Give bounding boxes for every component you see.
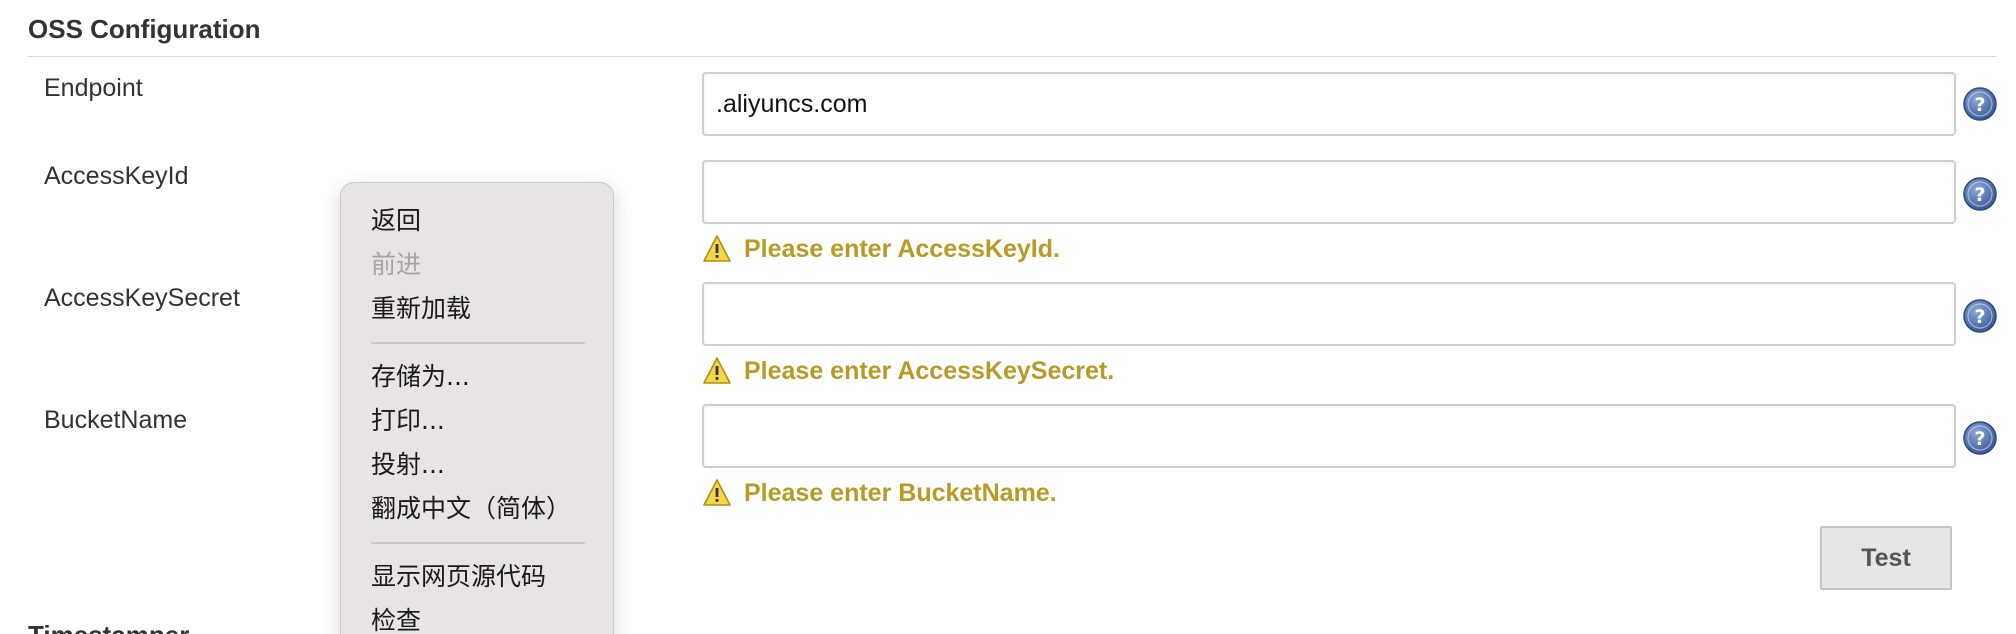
bucket-name-input[interactable]	[702, 404, 1956, 468]
endpoint-label: Endpoint	[44, 74, 143, 102]
menu-separator	[371, 542, 585, 544]
access-key-id-warning: Please enter AccessKeyId.	[702, 232, 1060, 266]
access-key-secret-input[interactable]	[702, 282, 1956, 346]
warning-icon	[703, 357, 731, 384]
warning-text: Please enter BucketName.	[744, 478, 1057, 507]
warning-icon	[703, 479, 731, 506]
warning-text: Please enter AccessKeySecret.	[744, 356, 1115, 385]
next-section-title: Timestamper	[28, 620, 189, 634]
page: OSS Configuration Endpoint ? AccessKeyId…	[0, 0, 2016, 634]
menu-item-reload[interactable]: 重新加载	[341, 287, 613, 331]
endpoint-input[interactable]	[702, 72, 1956, 136]
menu-item-forward: 前进	[371, 250, 422, 279]
menu-item-back[interactable]: 返回	[341, 199, 613, 243]
menu-item-view-source[interactable]: 显示网页源代码	[341, 555, 613, 599]
access-key-secret-warning: Please enter AccessKeySecret.	[702, 354, 1114, 388]
section-title: OSS Configuration	[28, 14, 261, 44]
help-icon[interactable]: ?	[1962, 86, 1998, 122]
bucket-name-label: BucketName	[44, 406, 188, 434]
help-icon[interactable]: ?	[1962, 298, 1998, 334]
section-divider	[28, 56, 1996, 57]
menu-item-print[interactable]: 打印...	[341, 399, 613, 443]
warning-text: Please enter AccessKeyId.	[744, 234, 1060, 263]
context-menu: 返回 前进 重新加载 存储为... 打印... 投射... 翻成中文（简体） 显…	[340, 182, 614, 634]
bucket-name-warning: Please enter BucketName.	[702, 476, 1057, 510]
svg-text:?: ?	[1974, 428, 1985, 450]
access-key-id-label: AccessKeyId	[44, 162, 189, 190]
access-key-secret-label: AccessKeySecret	[44, 284, 240, 312]
menu-separator	[371, 342, 585, 344]
menu-item-translate[interactable]: 翻成中文（简体）	[341, 487, 613, 531]
svg-text:?: ?	[1974, 184, 1985, 206]
svg-text:?: ?	[1974, 94, 1985, 116]
test-button[interactable]: Test	[1820, 526, 1952, 590]
menu-item-cast[interactable]: 投射...	[341, 443, 613, 487]
menu-item-save-as[interactable]: 存储为...	[341, 355, 613, 399]
svg-text:?: ?	[1974, 306, 1985, 328]
warning-icon	[703, 235, 731, 262]
access-key-id-input[interactable]	[702, 160, 1956, 224]
menu-item-inspect[interactable]: 检查	[341, 599, 613, 634]
help-icon[interactable]: ?	[1962, 176, 1998, 212]
help-icon[interactable]: ?	[1962, 420, 1998, 456]
